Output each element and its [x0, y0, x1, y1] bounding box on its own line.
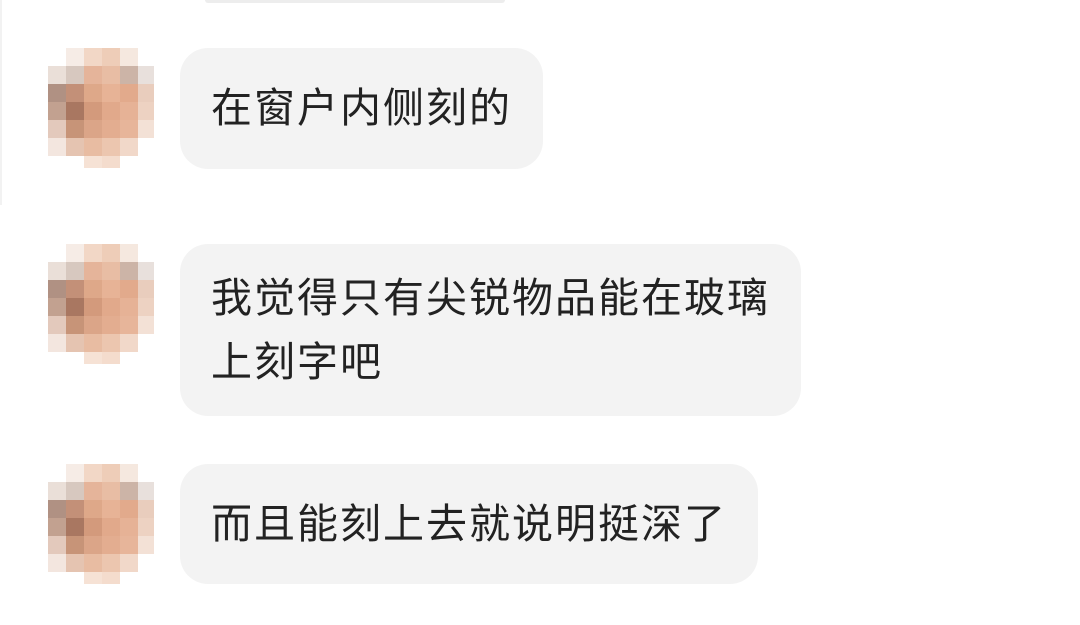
- avatar[interactable]: [48, 464, 154, 584]
- message-text: 而且能刻上去就说明挺深了: [211, 500, 727, 548]
- avatar[interactable]: [48, 244, 154, 364]
- pixelated-avatar-icon: [48, 464, 154, 584]
- pixelated-avatar-icon: [48, 244, 154, 364]
- previous-message-edge: [205, 0, 505, 3]
- message-bubble[interactable]: 在窗户内侧刻的: [180, 48, 543, 169]
- left-divider: [0, 0, 2, 205]
- message-bubble[interactable]: 我觉得只有尖锐物品能在玻璃 上刻字吧: [180, 244, 801, 416]
- message-text: 我觉得只有尖锐物品能在玻璃: [211, 274, 770, 322]
- pixelated-avatar-icon: [48, 48, 154, 168]
- message-text: 在窗户内侧刻的: [211, 84, 512, 132]
- avatar[interactable]: [48, 48, 154, 168]
- message-bubble[interactable]: 而且能刻上去就说明挺深了: [180, 464, 758, 584]
- message-text: 上刻字吧: [211, 338, 383, 386]
